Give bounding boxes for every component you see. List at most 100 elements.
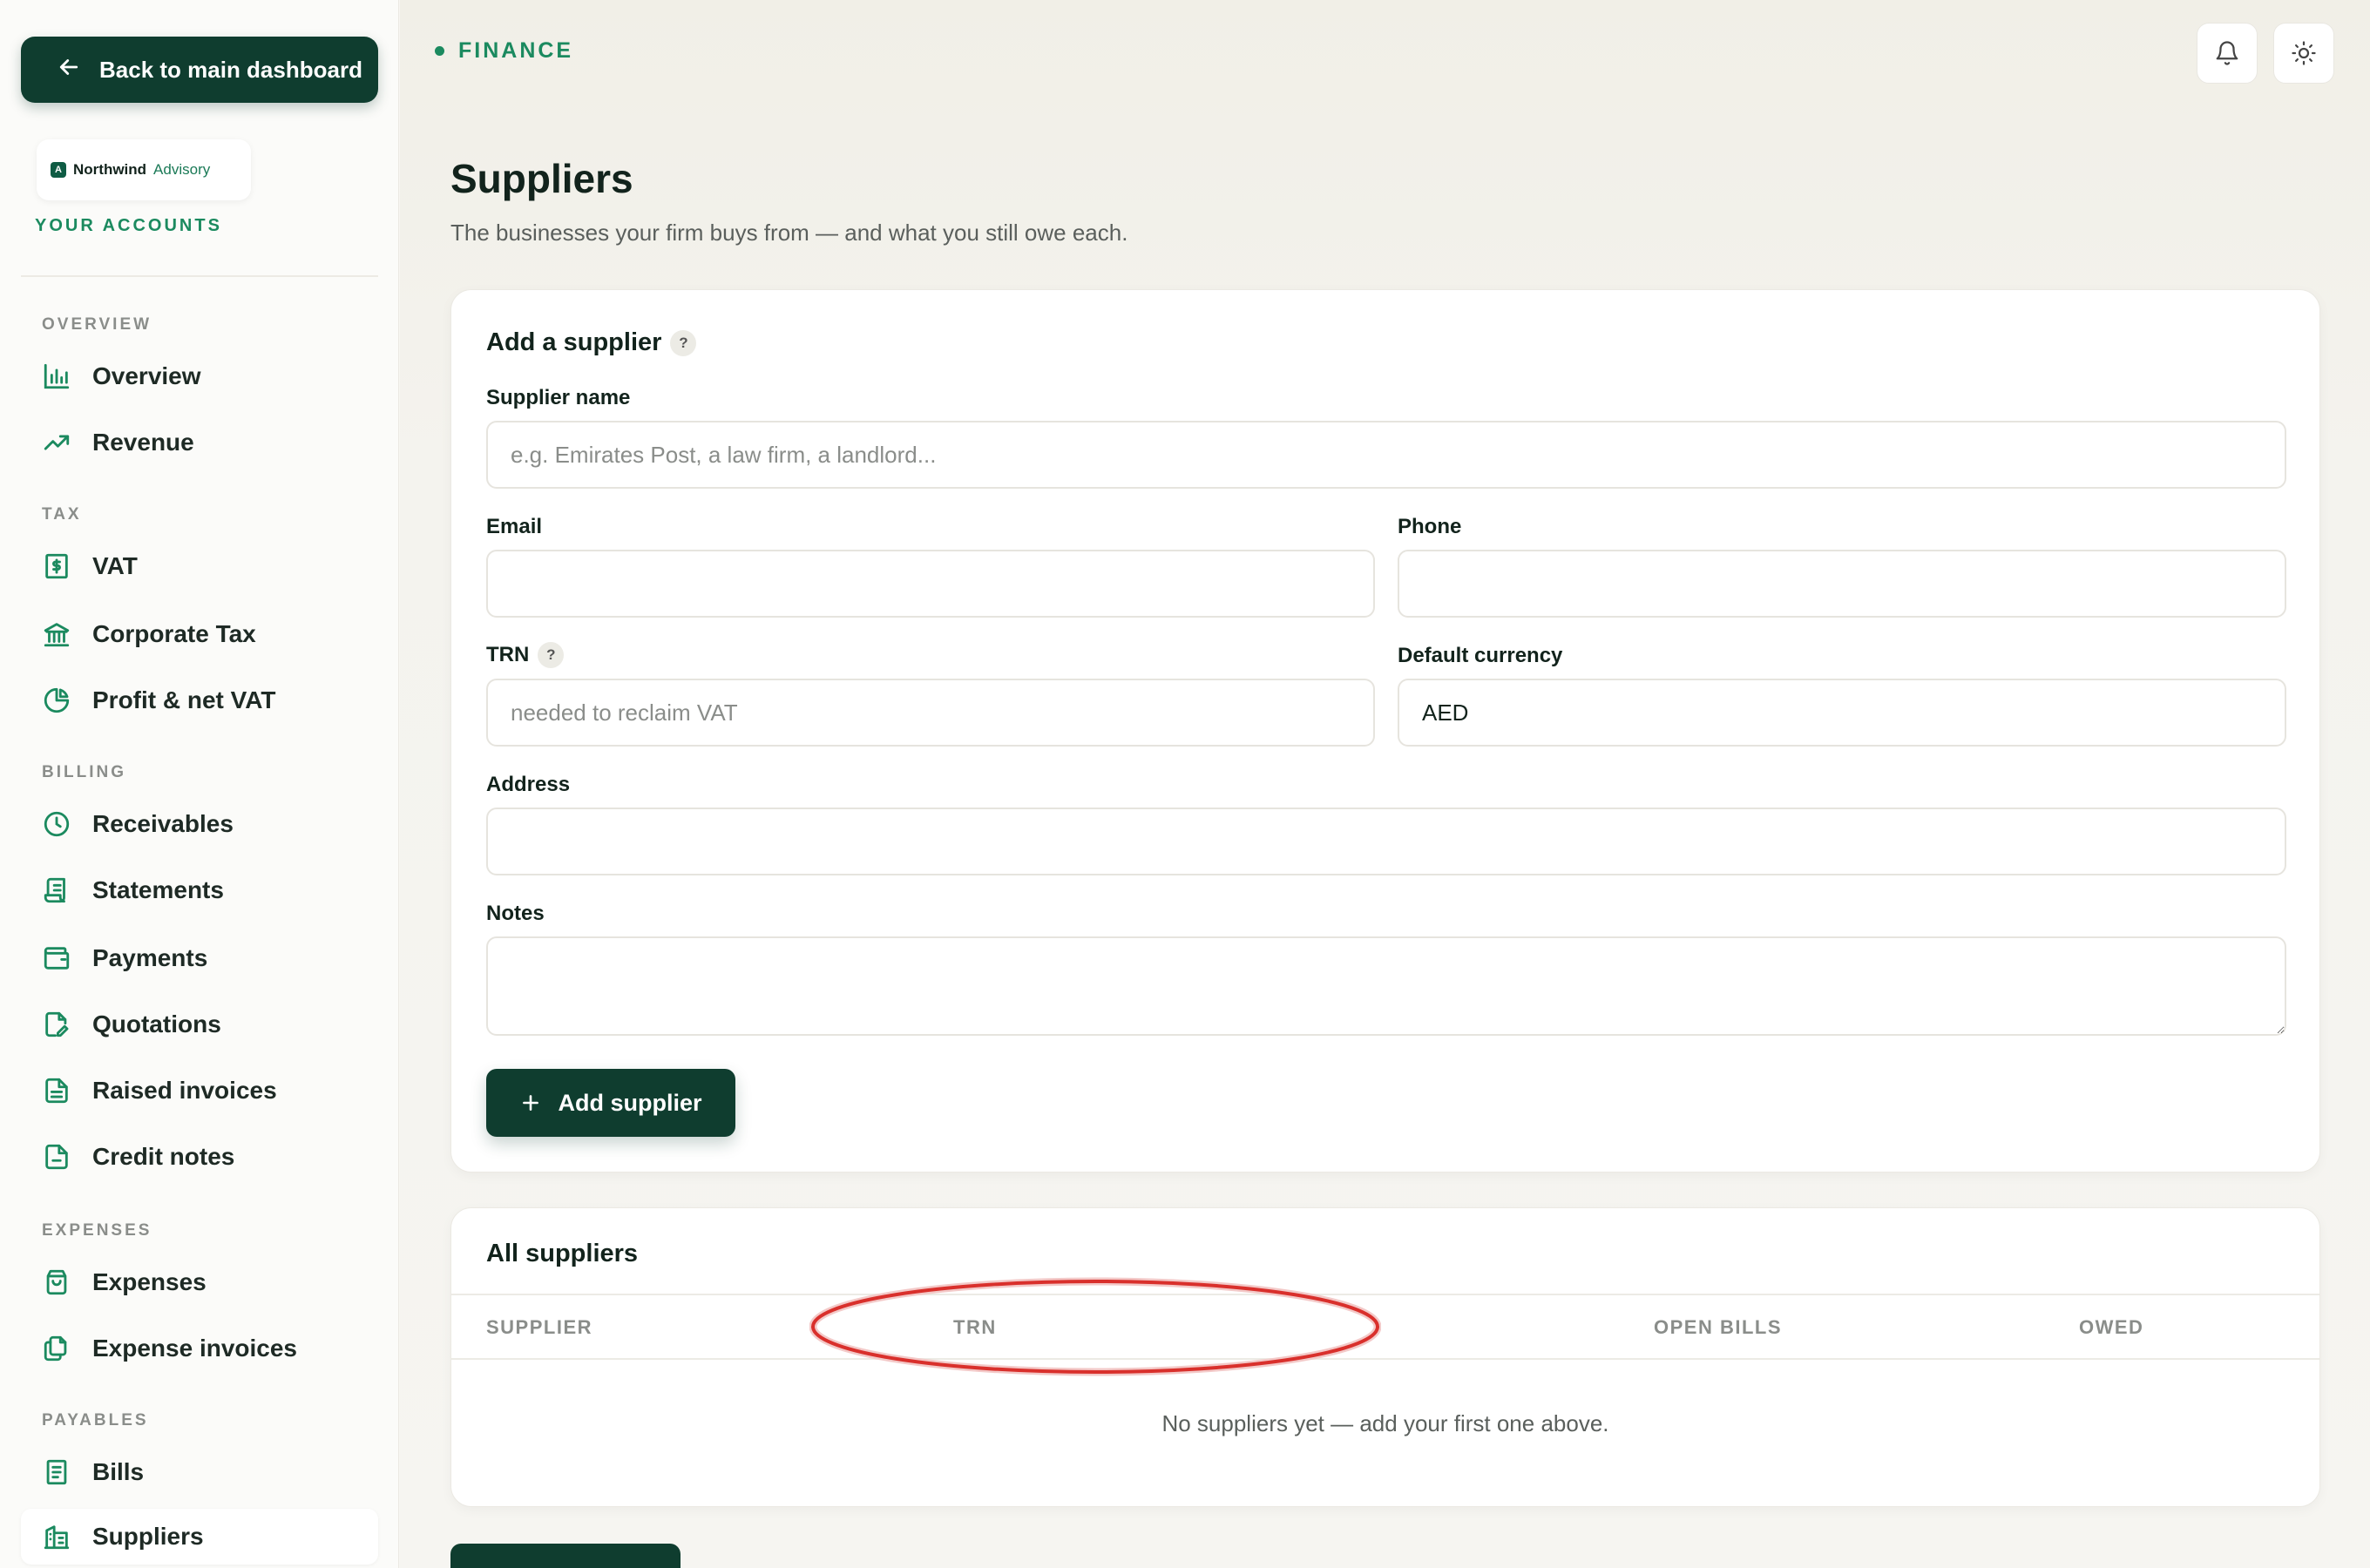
column-header-supplier[interactable]: SUPPLIER <box>486 1316 592 1339</box>
sidebar-item-quotations[interactable]: Quotations <box>21 997 378 1052</box>
breadcrumb: FINANCE <box>435 38 573 64</box>
add-supplier-button[interactable]: Add supplier <box>486 1069 735 1137</box>
file-text-icon <box>42 1076 71 1105</box>
scroll-icon <box>42 875 71 905</box>
sidebar-item-label: Receivables <box>92 810 234 837</box>
receipt-dollar-icon <box>42 551 71 581</box>
sidebar-item-statements[interactable]: Statements <box>21 862 378 918</box>
phone-field[interactable] <box>1398 550 2286 618</box>
sidebar-item-label: Expense invoices <box>92 1335 298 1362</box>
email-label: Email <box>486 515 543 538</box>
clock-icon <box>42 809 71 839</box>
sidebar-item-label: Profit & net VAT <box>92 686 276 713</box>
section-label-expenses: EXPENSES <box>42 1221 152 1240</box>
supplier-name-label: Supplier name <box>486 386 631 409</box>
email-field[interactable] <box>486 550 1375 618</box>
notes-label: Notes <box>486 902 545 925</box>
currency-field[interactable] <box>1398 679 2286 747</box>
sidebar-item-label: Bills <box>92 1458 145 1485</box>
back-button-label: Back to main dashboard <box>99 56 362 83</box>
add-supplier-title-text: Add a supplier <box>486 328 662 356</box>
trending-up-icon <box>42 428 71 457</box>
back-to-dashboard-button[interactable]: Back to main dashboard <box>21 37 378 103</box>
help-icon[interactable]: ? <box>670 329 697 356</box>
sidebar-item-suppliers[interactable]: Suppliers <box>21 1509 378 1565</box>
page-subtitle: The businesses your firm buys from — and… <box>450 220 1128 246</box>
sidebar-item-profit-vat[interactable]: Profit & net VAT <box>21 672 378 728</box>
brand-sub: Advisory <box>153 161 211 178</box>
breadcrumb-label: FINANCE <box>458 38 574 63</box>
pie-chart-icon <box>42 686 71 715</box>
address-label: Address <box>486 773 571 796</box>
files-icon <box>42 1334 71 1363</box>
sidebar-item-label: Suppliers <box>92 1523 204 1550</box>
sidebar-item-label: Raised invoices <box>92 1077 277 1104</box>
sidebar-item-vat[interactable]: VAT <box>21 538 378 594</box>
sidebar-item-label: Statements <box>92 876 224 903</box>
sidebar-item-credit-notes[interactable]: Credit notes <box>21 1129 378 1185</box>
sidebar-divider <box>21 275 378 277</box>
sidebar-item-overview[interactable]: Overview <box>21 348 378 404</box>
all-suppliers-title: All suppliers <box>486 1240 639 1267</box>
table-header: SUPPLIER TRN OPEN BILLS OWED <box>451 1294 2319 1360</box>
column-header-trn[interactable]: TRN <box>953 1316 997 1339</box>
sidebar-item-label: Expenses <box>92 1268 207 1295</box>
bell-icon <box>2214 40 2240 66</box>
file-edit-icon <box>42 1010 71 1039</box>
supplier-name-input[interactable] <box>486 421 2286 489</box>
arrow-left-icon <box>56 54 82 86</box>
notifications-button[interactable] <box>2197 23 2258 84</box>
sidebar-item-revenue[interactable]: Revenue <box>21 415 378 470</box>
plus-icon <box>519 1092 542 1114</box>
sidebar-item-label: VAT <box>92 552 138 579</box>
sidebar-item-raised-invoices[interactable]: Raised invoices <box>21 1063 378 1119</box>
section-label-billing: BILLING <box>42 763 126 781</box>
building-icon <box>42 1522 71 1551</box>
partial-bottom-button[interactable] <box>450 1544 681 1568</box>
sidebar-item-label: Corporate Tax <box>92 620 256 647</box>
your-accounts-link[interactable]: YOUR ACCOUNTS <box>35 216 222 236</box>
wallet-icon <box>42 943 71 973</box>
sidebar-item-expenses[interactable]: Expenses <box>21 1254 378 1310</box>
trn-field[interactable] <box>486 679 1375 747</box>
trn-label: TRN ? <box>486 642 565 668</box>
sidebar-item-label: Quotations <box>92 1010 221 1037</box>
breadcrumb-dot-icon <box>435 46 444 56</box>
trn-label-text: TRN <box>486 643 530 666</box>
bar-chart-icon <box>42 362 71 391</box>
sidebar: Back to main dashboard A Northwind Advis… <box>0 0 399 1568</box>
sidebar-item-bills[interactable]: Bills <box>21 1444 378 1500</box>
phone-label: Phone <box>1398 515 1462 538</box>
page-title: Suppliers <box>450 156 633 201</box>
sun-icon <box>2291 40 2317 66</box>
add-supplier-title: Add a supplier ? <box>486 328 697 357</box>
section-label-payables: PAYABLES <box>42 1411 149 1429</box>
sidebar-item-receivables[interactable]: Receivables <box>21 796 378 852</box>
all-suppliers-card: All suppliers SUPPLIER TRN OPEN BILLS OW… <box>450 1207 2320 1507</box>
account-switcher[interactable]: A Northwind Advisory <box>37 139 251 200</box>
sidebar-item-label: Payments <box>92 944 208 971</box>
column-header-open-bills[interactable]: OPEN BILLS <box>1654 1316 1782 1339</box>
help-icon[interactable]: ? <box>538 642 565 668</box>
sidebar-item-corporate-tax[interactable]: Corporate Tax <box>21 606 378 662</box>
add-supplier-card: Add a supplier ? Supplier name Email Pho… <box>450 289 2320 1173</box>
section-label-overview: OVERVIEW <box>42 315 152 334</box>
bank-icon <box>42 619 71 649</box>
section-label-tax: TAX <box>42 505 82 524</box>
sidebar-item-label: Credit notes <box>92 1143 235 1170</box>
theme-toggle-button[interactable] <box>2273 23 2334 84</box>
currency-label: Default currency <box>1398 644 1563 667</box>
column-header-owed[interactable]: OWED <box>2079 1316 2143 1339</box>
address-field[interactable] <box>486 808 2286 875</box>
shopping-bag-icon <box>42 1267 71 1297</box>
main-content: FINANCE Suppliers The businesses your fi… <box>400 0 2370 1568</box>
sidebar-item-expense-invoices[interactable]: Expense invoices <box>21 1321 378 1376</box>
brand-name: Northwind <box>73 161 147 178</box>
sidebar-item-payments[interactable]: Payments <box>21 930 378 986</box>
sidebar-item-label: Overview <box>92 362 201 389</box>
add-supplier-button-label: Add supplier <box>558 1089 702 1116</box>
brand-logo: A <box>51 162 66 178</box>
notes-field[interactable] <box>486 936 2286 1036</box>
file-icon <box>42 1142 71 1172</box>
sidebar-item-label: Revenue <box>92 429 194 456</box>
